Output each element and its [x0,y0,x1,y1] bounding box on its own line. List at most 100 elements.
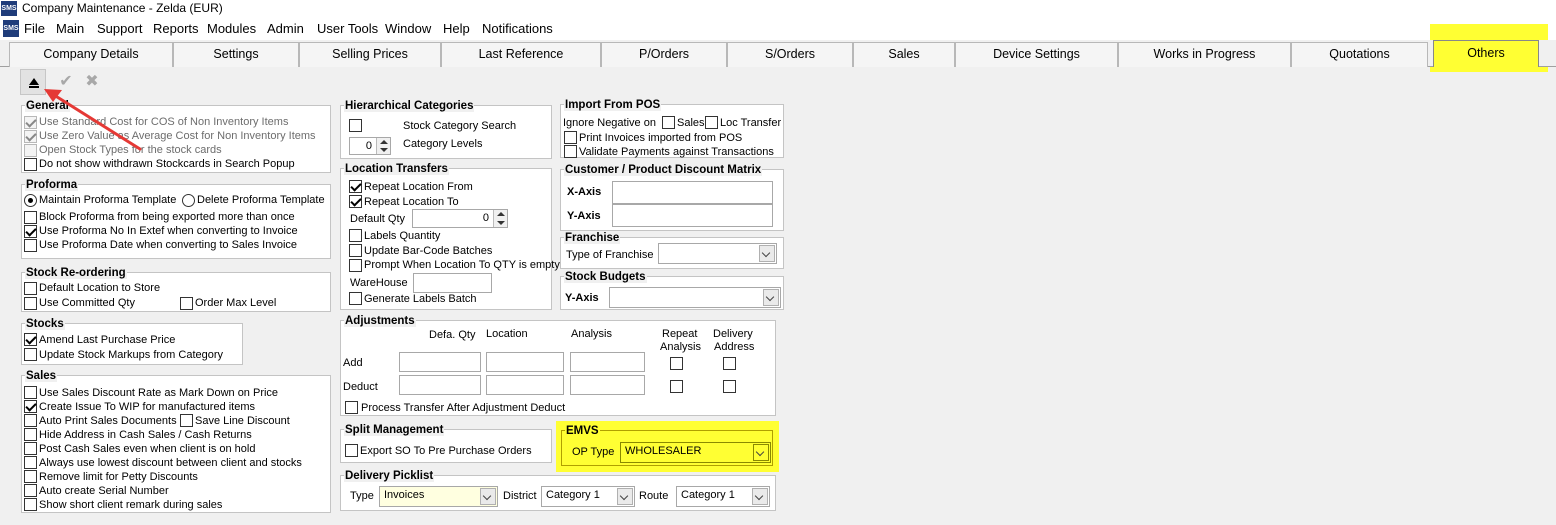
category-levels-spinner[interactable]: 0 [349,137,391,155]
warehouse-input[interactable] [413,273,492,293]
app-menu-icon[interactable]: SMS [3,20,19,37]
chevron-down-icon[interactable] [753,444,769,461]
collapse-up-icon[interactable] [20,69,46,95]
deduct-analysis-input[interactable] [570,375,645,395]
auto-print-checkbox[interactable] [24,414,37,427]
sales-discount-checkbox[interactable] [24,386,37,399]
spinner-arrows-icon[interactable] [493,210,507,227]
ignore-loc-transfer-label: Loc Transfer [720,117,782,129]
franchise-type-combo[interactable] [658,243,777,264]
menu-window[interactable]: Window [385,21,431,36]
chevron-down-icon[interactable] [480,488,496,505]
default-qty-spinner[interactable]: 0 [412,209,508,228]
tab-device-settings[interactable]: Device Settings [955,42,1118,67]
cancel-x-icon[interactable]: ✖ [79,69,105,95]
chevron-down-icon[interactable] [763,289,779,306]
maintain-proforma-radio[interactable] [24,194,37,207]
menu-notifications[interactable]: Notifications [482,21,553,36]
remove-limit-label: Remove limit for Petty Discounts [39,471,198,483]
menu-reports[interactable]: Reports [153,21,199,36]
repeat-to-checkbox[interactable] [349,195,362,208]
zero-value-checkbox[interactable] [24,130,37,143]
category-levels-label: Category Levels [403,138,483,150]
committed-qty-checkbox[interactable] [24,297,37,310]
op-type-combo[interactable]: WHOLESALER [620,442,771,463]
post-cash-checkbox[interactable] [24,442,37,455]
repeat-from-checkbox[interactable] [349,180,362,193]
deduct-location-input[interactable] [486,375,564,395]
remove-limit-checkbox[interactable] [24,470,37,483]
add-delivery-checkbox[interactable] [723,357,736,370]
deduct-delivery-checkbox[interactable] [723,380,736,393]
tab-s-orders[interactable]: S/Orders [727,42,853,67]
post-cash-label: Post Cash Sales even when client is on h… [39,443,256,455]
std-cost-checkbox[interactable] [24,116,37,129]
delete-proforma-radio[interactable] [182,194,195,207]
deduct-qty-input[interactable] [399,375,481,395]
process-transfer-checkbox[interactable] [345,401,358,414]
deduct-repeat-checkbox[interactable] [670,380,683,393]
default-location-checkbox[interactable] [24,282,37,295]
export-so-checkbox[interactable] [345,444,358,457]
menu-user-tools[interactable]: User Tools [317,21,378,36]
tab-quotations[interactable]: Quotations [1291,42,1428,67]
col-delivery-line1: Delivery [713,328,753,340]
short-remark-checkbox[interactable] [24,498,37,511]
district-combo[interactable]: Category 1 [541,486,635,507]
add-location-input[interactable] [486,352,564,372]
delivery-type-combo[interactable]: Invoices [379,486,498,507]
generate-labels-checkbox[interactable] [349,292,362,305]
update-barcode-checkbox[interactable] [349,244,362,257]
ignore-loc-transfer-checkbox[interactable] [705,116,718,129]
tab-p-orders[interactable]: P/Orders [601,42,727,67]
labels-quantity-checkbox[interactable] [349,229,362,242]
menu-modules[interactable]: Modules [207,21,256,36]
add-qty-input[interactable] [399,352,481,372]
tab-settings[interactable]: Settings [173,42,299,67]
proforma-group: Proforma Maintain Proforma Template Dele… [21,179,331,259]
order-max-checkbox[interactable] [180,297,193,310]
auto-serial-checkbox[interactable] [24,484,37,497]
save-line-discount-checkbox[interactable] [180,414,193,427]
add-analysis-input[interactable] [570,352,645,372]
tab-works-in-progress[interactable]: Works in Progress [1118,42,1291,67]
x-axis-input[interactable] [612,181,773,204]
hide-address-checkbox[interactable] [24,428,37,441]
lowest-discount-checkbox[interactable] [24,456,37,469]
open-stock-types-checkbox[interactable] [24,144,37,157]
menu-help[interactable]: Help [443,21,470,36]
tab-company-details[interactable]: Company Details [9,42,173,67]
tab-sales[interactable]: Sales [853,42,955,67]
category-search-checkbox[interactable] [349,119,362,132]
menu-admin[interactable]: Admin [267,21,304,36]
tab-others[interactable]: Others [1433,40,1539,67]
print-invoices-checkbox[interactable] [564,131,577,144]
proforma-no-extef-checkbox[interactable] [24,225,37,238]
menu-support[interactable]: Support [97,21,143,36]
add-repeat-checkbox[interactable] [670,357,683,370]
menu-main[interactable]: Main [56,21,84,36]
amend-purchase-price-checkbox[interactable] [24,333,37,346]
tab-selling-prices[interactable]: Selling Prices [299,42,441,67]
prompt-empty-checkbox[interactable] [349,259,362,272]
route-value: Category 1 [681,489,735,501]
confirm-check-icon[interactable]: ✔ [53,69,79,95]
update-markups-checkbox[interactable] [24,348,37,361]
withdrawn-stockcards-checkbox[interactable] [24,158,37,171]
y-axis-input[interactable] [612,204,773,227]
spinner-arrows-icon[interactable] [376,138,390,154]
tab-last-reference[interactable]: Last Reference [441,42,601,67]
budget-y-axis-combo[interactable] [609,287,781,308]
route-combo[interactable]: Category 1 [676,486,770,507]
menu-file[interactable]: File [24,21,45,36]
proforma-date-checkbox[interactable] [24,239,37,252]
save-line-discount-label: Save Line Discount [195,415,290,427]
chevron-down-icon[interactable] [752,488,768,505]
block-proforma-checkbox[interactable] [24,211,37,224]
chevron-down-icon[interactable] [617,488,633,505]
chevron-down-icon[interactable] [759,245,775,262]
create-issue-checkbox[interactable] [24,400,37,413]
ignore-sales-checkbox[interactable] [662,116,675,129]
print-invoices-label: Print Invoices imported from POS [579,132,743,144]
validate-payments-checkbox[interactable] [564,145,577,158]
